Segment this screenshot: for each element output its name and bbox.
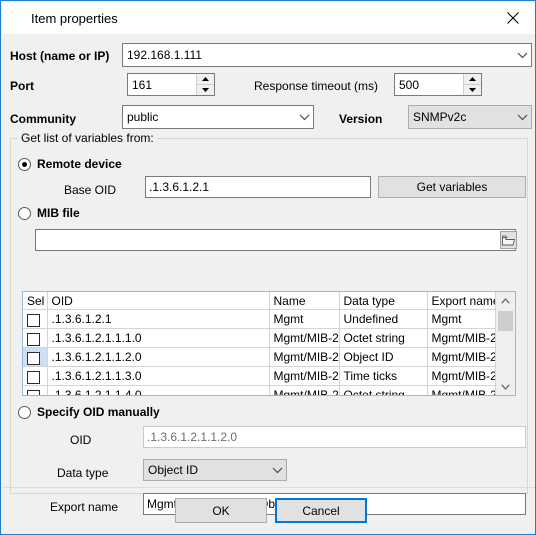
host-combobox[interactable]: 192.168.1.111 xyxy=(122,43,532,67)
row-data-type: Octet string xyxy=(339,328,428,348)
oid-table-header-row: Sel OID Name Data type Export name xyxy=(23,292,497,310)
response-timeout-value: 500 xyxy=(399,77,420,92)
table-row[interactable]: .1.3.6.1.2.1.1.3.0 Mgmt/MIB-2/ Time tick… xyxy=(23,366,497,386)
base-oid-label: Base OID xyxy=(64,183,117,197)
oid-table-viewport: Sel OID Name Data type Export name .1.3.… xyxy=(23,292,497,395)
chevron-down-icon[interactable] xyxy=(514,114,531,121)
dialog-body: Host (name or IP) 192.168.1.111 Port 161 xyxy=(2,34,535,534)
close-icon[interactable] xyxy=(490,2,535,33)
manual-data-type-label: Data type xyxy=(57,466,109,480)
row-data-type: Undefined xyxy=(339,309,428,329)
folder-open-icon[interactable] xyxy=(500,231,517,249)
column-header-data-type[interactable]: Data type xyxy=(339,292,428,310)
table-row[interactable]: .1.3.6.1.2.1 Mgmt Undefined Mgmt xyxy=(23,309,497,329)
timeout-increment-button[interactable] xyxy=(464,74,481,85)
ok-button[interactable]: OK xyxy=(175,498,267,523)
community-combobox[interactable]: public xyxy=(122,105,314,129)
row-select-checkbox[interactable] xyxy=(27,351,40,365)
row-export-name: Mgmt xyxy=(427,309,497,329)
row-data-type: Octet string xyxy=(339,385,428,395)
row-name: Mgmt/MIB-2/ xyxy=(269,328,340,348)
community-value: public xyxy=(127,110,159,124)
port-increment-button[interactable] xyxy=(197,74,214,85)
row-oid: .1.3.6.1.2.1.1.3.0 xyxy=(47,366,270,386)
item-properties-dialog: Item properties Host (name or IP) 192.16… xyxy=(0,0,536,535)
response-timeout-stepper[interactable]: 500 xyxy=(394,73,482,96)
column-header-sel[interactable]: Sel xyxy=(23,292,48,310)
row-export-name: Mgmt/MIB-2 xyxy=(427,347,497,367)
oid-table-grid: Sel OID Name Data type Export name .1.3.… xyxy=(23,292,497,395)
base-oid-input[interactable]: .1.3.6.1.2.1 xyxy=(145,176,371,198)
manual-oid-label: OID xyxy=(70,433,92,447)
radio-remote-device-label: Remote device xyxy=(37,157,122,171)
row-export-name: Mgmt/MIB-2 xyxy=(427,385,497,395)
manual-export-name-label: Export name xyxy=(50,500,119,514)
row-name: Mgmt/MIB-2/ xyxy=(269,347,340,367)
radio-specify-oid-manually-label: Specify OID manually xyxy=(37,405,160,419)
cancel-button[interactable]: Cancel xyxy=(275,498,367,523)
host-label: Host (name or IP) xyxy=(10,49,110,63)
row-name: Mgmt xyxy=(269,309,340,329)
port-stepper[interactable]: 161 xyxy=(127,73,215,96)
chevron-down-icon[interactable] xyxy=(296,114,313,121)
row-data-type: Object ID xyxy=(339,347,428,367)
port-decrement-button[interactable] xyxy=(197,85,214,95)
row-oid: .1.3.6.1.2.1.1.2.0 xyxy=(47,347,270,367)
row-select-checkbox[interactable] xyxy=(27,313,40,327)
version-combobox[interactable]: SNMPv2c xyxy=(408,105,532,129)
version-label: Version xyxy=(339,112,383,126)
oid-table-scrollbar[interactable] xyxy=(495,292,515,395)
timeout-stepper-buttons[interactable] xyxy=(463,74,481,95)
port-value: 161 xyxy=(132,77,153,92)
row-oid: .1.3.6.1.2.1.1.4.0 xyxy=(47,385,270,395)
row-checkbox-cell[interactable] xyxy=(23,385,48,395)
port-stepper-buttons[interactable] xyxy=(196,74,214,95)
row-data-type: Time ticks xyxy=(339,366,428,386)
table-row[interactable]: .1.3.6.1.2.1.1.2.0 Mgmt/MIB-2/ Object ID… xyxy=(23,347,497,367)
column-header-oid[interactable]: OID xyxy=(47,292,270,310)
chevron-down-icon[interactable] xyxy=(514,52,531,59)
radio-specify-oid-manually[interactable] xyxy=(18,406,31,419)
get-variables-button[interactable]: Get variables xyxy=(378,176,526,198)
manual-oid-input[interactable]: .1.3.6.1.2.1.1.2.0 xyxy=(143,426,526,448)
chevron-up-icon[interactable] xyxy=(496,292,515,309)
response-timeout-label: Response timeout (ms) xyxy=(254,79,379,93)
variables-source-legend: Get list of variables from: xyxy=(18,131,157,145)
table-row[interactable]: .1.3.6.1.2.1.1.4.0 Mgmt/MIB-2/ Octet str… xyxy=(23,385,497,395)
column-header-name[interactable]: Name xyxy=(269,292,340,310)
row-select-checkbox[interactable] xyxy=(27,389,40,395)
mib-file-path-input[interactable] xyxy=(35,229,516,251)
column-header-export-name[interactable]: Export name xyxy=(427,292,497,310)
row-checkbox-cell[interactable] xyxy=(23,366,48,386)
row-select-checkbox[interactable] xyxy=(27,370,40,384)
radio-remote-device[interactable] xyxy=(18,158,31,171)
footer-separator xyxy=(2,487,535,488)
row-checkbox-cell[interactable] xyxy=(23,328,48,348)
host-value: 192.168.1.111 xyxy=(127,48,202,62)
community-label: Community xyxy=(10,112,76,126)
table-row[interactable]: .1.3.6.1.2.1.1.1.0 Mgmt/MIB-2/ Octet str… xyxy=(23,328,497,348)
row-export-name: Mgmt/MIB-2 xyxy=(427,328,497,348)
row-oid: .1.3.6.1.2.1 xyxy=(47,309,270,329)
version-value: SNMPv2c xyxy=(413,110,467,124)
manual-data-type-combobox[interactable]: Object ID xyxy=(143,459,287,481)
chevron-down-icon[interactable] xyxy=(269,467,286,474)
timeout-decrement-button[interactable] xyxy=(464,85,481,95)
row-name: Mgmt/MIB-2/ xyxy=(269,385,340,395)
row-export-name: Mgmt/MIB-2 xyxy=(427,366,497,386)
radio-mib-file[interactable] xyxy=(18,207,31,220)
row-name: Mgmt/MIB-2/ xyxy=(269,366,340,386)
oid-table[interactable]: Sel OID Name Data type Export name .1.3.… xyxy=(22,291,516,396)
chevron-down-icon[interactable] xyxy=(496,378,515,395)
port-label: Port xyxy=(10,79,34,93)
manual-data-type-value: Object ID xyxy=(148,463,199,477)
window-title: Item properties xyxy=(31,11,118,26)
row-oid: .1.3.6.1.2.1.1.1.0 xyxy=(47,328,270,348)
row-checkbox-cell[interactable] xyxy=(23,309,48,329)
row-select-checkbox[interactable] xyxy=(27,332,40,346)
title-bar: Item properties xyxy=(2,2,535,34)
scrollbar-thumb[interactable] xyxy=(498,311,513,331)
radio-mib-file-label: MIB file xyxy=(37,206,80,220)
row-checkbox-cell[interactable] xyxy=(23,347,48,367)
